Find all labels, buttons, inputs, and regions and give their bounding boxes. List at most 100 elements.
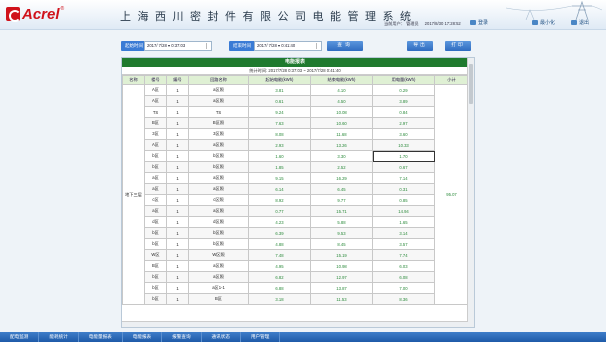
table-cell: 1 xyxy=(166,161,189,173)
table-row[interactable]: b区 1 b区照 1.85 2.52 0.67 xyxy=(123,161,469,173)
table-cell: a区照 xyxy=(188,172,249,184)
query-button[interactable]: 查询 xyxy=(327,41,363,51)
table-cell: 1 xyxy=(166,183,189,195)
table-cell: a区照 xyxy=(188,84,249,96)
table-row[interactable]: TS 1 TS 9.24 10.08 0.84 xyxy=(123,106,469,118)
table-row[interactable]: a区 1 a区照 0.77 15.71 14.94 xyxy=(123,205,469,217)
system-title: 上海西川密封件有限公司电能管理系统 xyxy=(120,10,418,23)
table-cell: W区 xyxy=(144,249,167,261)
header-info: 当前用户： 管理员 2017/8/30 17:28:52 xyxy=(384,21,461,27)
table-cell: 4.50 xyxy=(310,95,373,107)
table-body: 地下三层 A区 1 a区照 3.81 4.10 0.29 95.07 A区 1 a区照 0.61 4.5… xyxy=(122,84,469,305)
table-row[interactable]: A区 1 a区照 2.93 13.26 10.33 xyxy=(123,139,469,151)
exit-button[interactable]: 退出 xyxy=(571,19,589,26)
table-row[interactable]: b区 1 a区1-1 6.88 13.87 7.00 xyxy=(123,282,469,294)
table-cell: 1.85 xyxy=(248,161,311,173)
table-cell: 1 xyxy=(166,150,189,162)
table-row[interactable]: b区 1 b区照 4.88 8.45 3.57 xyxy=(123,238,469,250)
nav-item[interactable]: 电能报表 xyxy=(123,332,163,342)
table-cell: 0.61 xyxy=(248,95,311,107)
table-row[interactable]: a区 1 a区照 9.15 16.29 7.14 xyxy=(123,172,469,184)
current-user: 当前用户： 管理员 xyxy=(384,21,419,26)
table-cell: 6.45 xyxy=(310,183,373,195)
column-header: 起始电能(kWh) xyxy=(248,75,311,85)
export-button[interactable]: 导出 xyxy=(407,41,433,51)
nav-item[interactable]: 报警查询 xyxy=(162,332,202,342)
table-cell: 10.33 xyxy=(372,139,435,151)
table-cell: 13.87 xyxy=(310,282,373,294)
table-row[interactable]: A区 1 a区照 0.61 4.50 3.89 xyxy=(123,95,469,107)
table-cell: a区照 xyxy=(188,260,249,272)
nav-item[interactable]: 用户管理 xyxy=(241,332,281,342)
table-cell: 7.63 xyxy=(248,117,311,129)
table-cell: 10.60 xyxy=(310,117,373,129)
table-cell: 1 xyxy=(166,271,189,283)
spinner-icon[interactable] xyxy=(316,43,320,49)
table-cell: a区照 xyxy=(188,205,249,217)
login-icon xyxy=(470,20,476,25)
nav-item[interactable]: 能耗统计 xyxy=(39,332,79,342)
table-cell: 1 xyxy=(166,260,189,272)
power-tower-icon xyxy=(506,0,602,20)
print-button[interactable]: 打印 xyxy=(445,41,471,51)
table-row[interactable]: B区 1 a区照 4.95 10.98 6.03 xyxy=(123,260,469,272)
table-cell: B区 xyxy=(188,293,249,305)
report-table: 名称 楼号 编号 回路名称 起始电能(kWh) 结束电能(kWh) 用电量(kWh) 小计 地… xyxy=(122,75,469,305)
table-row[interactable]: 3区 1 3区照 8.08 11.68 3.60 xyxy=(123,128,469,140)
table-row[interactable]: B区 1 B区照 7.63 10.60 2.97 xyxy=(123,117,469,129)
bottom-nav: 配电监测 能耗统计 电能量报表 电能报表 报警查询 通讯状态 用户管理 xyxy=(0,332,606,342)
table-cell: 9.15 xyxy=(248,172,311,184)
spinner-icon[interactable] xyxy=(206,43,210,49)
table-cell: 10.98 xyxy=(310,260,373,272)
table-cell: 9.77 xyxy=(310,194,373,206)
table-row[interactable]: b区 1 B区 3.18 11.53 8.36 xyxy=(123,293,469,305)
table-cell: 11.68 xyxy=(310,128,373,140)
table-cell: 6.14 xyxy=(248,183,311,195)
table-cell: b区 xyxy=(144,293,167,305)
column-header: 编号 xyxy=(166,75,189,85)
start-time-picker[interactable]: 2017/ 7/28 ▾ 0:37:03 xyxy=(144,41,212,51)
table-cell: d区照 xyxy=(188,216,249,228)
table-cell: c区 xyxy=(144,194,167,206)
nav-item[interactable]: 配电监测 xyxy=(0,332,40,342)
horizontal-scrollbar[interactable] xyxy=(122,321,468,327)
table-cell: b区 xyxy=(144,238,167,250)
table-cell: 3区 xyxy=(144,128,167,140)
table-cell: 1.60 xyxy=(248,150,311,162)
vertical-scrollbar[interactable] xyxy=(467,58,474,327)
table-cell: 3.18 xyxy=(248,293,311,305)
column-header: 楼号 xyxy=(144,75,167,85)
table-row[interactable]: b区 1 b区照 6.39 9.53 3.14 xyxy=(123,227,469,239)
table-cell: b区 xyxy=(144,227,167,239)
table-row[interactable]: a区 1 a区照 6.14 6.45 0.31 xyxy=(123,183,469,195)
table-row[interactable]: 地下三层 A区 1 a区照 3.81 4.10 0.29 95.07 xyxy=(122,84,469,305)
end-time-picker[interactable]: 2017/ 7/28 ▾ 0:41:40 xyxy=(254,41,322,51)
table-cell: TS xyxy=(188,106,249,118)
table-cell: 8.45 xyxy=(310,238,373,250)
table-row[interactable]: b区 1 a区照 6.82 12.97 6.08 xyxy=(123,271,469,283)
table-cell: b区照 xyxy=(188,227,249,239)
table-cell: 0.84 xyxy=(372,106,435,118)
nav-item[interactable]: 电能量报表 xyxy=(79,332,123,342)
table-cell: a区 xyxy=(144,205,167,217)
login-button[interactable]: 登录 xyxy=(470,19,488,26)
scroll-thumb[interactable] xyxy=(469,64,473,104)
nav-item[interactable]: 通讯状态 xyxy=(202,332,241,342)
table-cell: 13.26 xyxy=(310,139,373,151)
table-cell: 1 xyxy=(166,139,189,151)
table-cell: 11.53 xyxy=(310,293,373,305)
minimize-button[interactable]: 最小化 xyxy=(532,19,555,26)
table-row[interactable]: b区 1 b区照 1.60 3.30 1.70 xyxy=(123,150,469,162)
table-row[interactable]: W区 1 W区照 7.48 15.19 7.74 xyxy=(123,249,469,261)
table-row[interactable]: c区 1 c区照 8.92 9.77 0.85 xyxy=(123,194,469,206)
table-cell: 0.31 xyxy=(372,183,435,195)
table-row[interactable]: d区 1 d区照 4.23 5.88 1.65 xyxy=(123,216,469,228)
table-cell: 1 xyxy=(166,249,189,261)
end-time-label: 结束时间 xyxy=(229,41,255,51)
table-cell: d区 xyxy=(144,216,167,228)
table-cell: 9.24 xyxy=(248,106,311,118)
table-cell: a区 xyxy=(144,172,167,184)
table-cell: 15.19 xyxy=(310,249,373,261)
table-cell: 1 xyxy=(166,227,189,239)
table-cell: 1 xyxy=(166,205,189,217)
